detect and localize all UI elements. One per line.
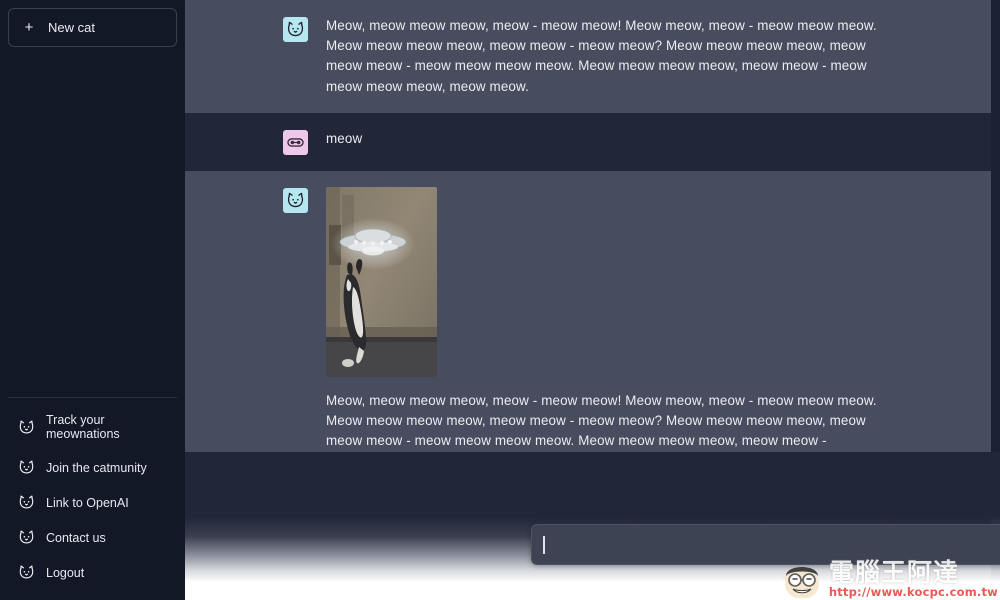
sidebar-item-label: Contact us — [46, 530, 106, 545]
cat-face-icon — [18, 494, 35, 511]
user-avatar-icon — [283, 129, 308, 155]
chat-app: + New cat Track your meownations Join th… — [0, 0, 1000, 600]
message-row-user: meow — [185, 112, 991, 171]
message-image-cat-and-ufo[interactable] — [326, 186, 437, 377]
sidebar-item-logout[interactable]: Logout — [8, 555, 177, 590]
cat-face-icon — [18, 564, 35, 581]
sidebar-item-label: Join the catmunity — [46, 460, 147, 475]
sidebar-item-join-catmunity[interactable]: Join the catmunity — [8, 450, 177, 485]
cat-face-icon — [18, 529, 35, 546]
message-row-assistant: Meow, meow meow meow, meow - meow meow! … — [185, 170, 991, 468]
message-row-assistant: Meow, meow meow meow, meow - meow meow! … — [185, 0, 991, 113]
sidebar-item-label: Link to OpenAI — [46, 495, 129, 510]
sidebar-item-track-meownations[interactable]: Track your meownations — [8, 404, 177, 450]
message-thread[interactable]: Meow, meow meow meow, meow - meow meow! … — [185, 0, 991, 600]
sidebar-item-contact-us[interactable]: Contact us — [8, 520, 177, 555]
sidebar-item-link-to-openai[interactable]: Link to OpenAI — [8, 485, 177, 520]
thread-right-edge — [991, 0, 1000, 600]
cat-face-avatar-icon — [283, 17, 308, 42]
sidebar-item-label: Track your meownations — [46, 413, 120, 441]
cat-face-avatar-icon — [283, 187, 308, 213]
message-text: Meow, meow meow meow, meow - meow meow! … — [326, 18, 877, 94]
text-caret — [543, 536, 545, 554]
sidebar-footer: Track your meownations Join the catmunit… — [8, 397, 177, 590]
new-chat-label: New cat — [48, 20, 95, 35]
message-text: meow — [326, 130, 363, 146]
message-text: Meow, meow meow meow, meow - meow meow! … — [326, 392, 877, 449]
message-input[interactable] — [545, 525, 1000, 564]
plus-icon: + — [24, 19, 34, 36]
message-composer[interactable] — [531, 524, 1000, 565]
sidebar: + New cat Track your meownations Join th… — [0, 0, 185, 600]
new-chat-button[interactable]: + New cat — [8, 8, 177, 47]
cat-face-icon — [18, 459, 35, 476]
cat-face-icon — [18, 419, 35, 436]
sidebar-item-label: Logout — [46, 565, 85, 580]
main-panel: Meow, meow meow meow, meow - meow meow! … — [185, 0, 1000, 600]
